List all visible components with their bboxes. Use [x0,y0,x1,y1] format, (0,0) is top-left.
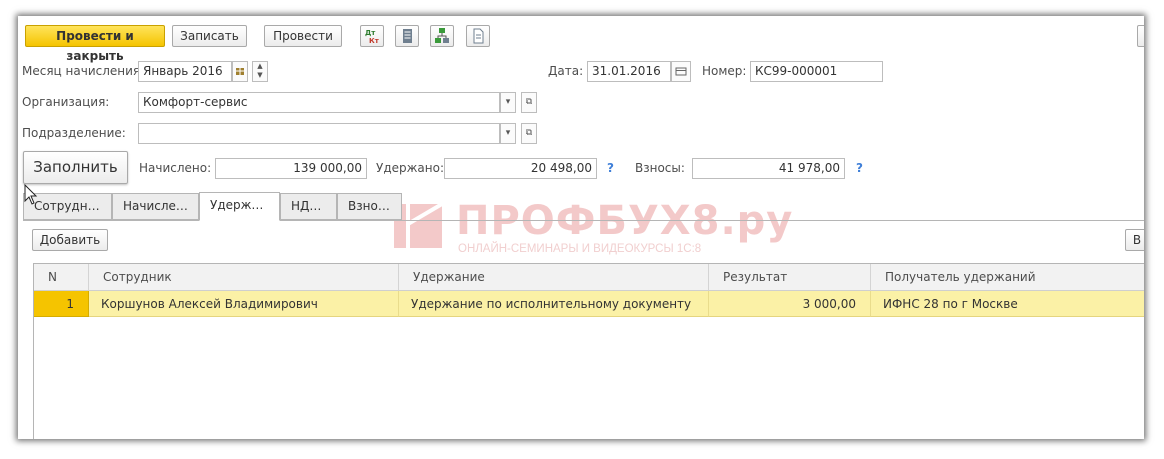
add-button[interactable]: Добавить [32,229,108,251]
svg-text:Кт: Кт [369,37,380,45]
fill-button[interactable]: Заполнить [23,151,128,184]
table-row-result[interactable]: 3 000,00 [709,291,871,317]
save-button[interactable]: Записать [172,25,247,47]
tab-panel-border [23,220,1144,221]
month-label: Месяц начисления: [22,64,145,78]
calendar-button[interactable] [232,61,248,82]
contrib-value: 41 978,00 [692,158,845,179]
print-button[interactable] [466,25,490,47]
date-input[interactable]: 31.01.2016 [587,61,671,82]
dept-input[interactable] [138,123,500,144]
calendar-icon [675,67,687,76]
contrib-help-icon[interactable]: ? [856,161,863,175]
post-button[interactable]: Провести [264,25,342,47]
date-label: Дата: [548,64,584,78]
dept-dropdown-button[interactable]: ▾ [500,123,516,144]
chevron-down-icon: ▾ [505,97,511,107]
org-dropdown-button[interactable]: ▾ [500,92,516,113]
structure-button[interactable] [430,25,454,47]
table-row-deduction[interactable]: Удержание по исполнительному документу [399,291,709,317]
watermark: ПРОФБУХ8.ру ОНЛАЙН-СЕМИНАРЫ И ВИДЕОКУРСЫ… [388,198,792,258]
tab-deductions[interactable]: Удержан... [199,192,280,221]
column-header-recipient[interactable]: Получатель удержаний [871,264,1144,291]
org-input[interactable]: Комфорт-сервис [138,92,500,113]
table-row-n[interactable]: 1 [34,291,89,317]
svg-text:Дт: Дт [365,29,376,37]
contrib-label: Взносы: [635,161,685,175]
document-form: Провести и закрыть Записать Провести Дт … [18,16,1144,439]
calendar-icon [236,68,244,75]
month-spinner[interactable]: ▲ ▼ [252,61,268,82]
month-input[interactable]: Январь 2016 [138,61,232,82]
tab-accruals[interactable]: Начислен... [112,193,199,220]
report-button[interactable] [395,25,419,47]
watermark-subtitle: ОНЛАЙН-СЕМИНАРЫ И ВИДЕОКУРСЫ 1С:8 [458,243,702,255]
more-button[interactable] [1137,25,1144,47]
chevron-down-icon: ▾ [505,128,511,138]
withheld-label: Удержано: [376,161,445,175]
dt-kt-button[interactable]: Дт Кт [360,25,384,47]
dept-open-button[interactable]: ⧉ [521,123,537,144]
watermark-title: ПРОФБУХ8.ру [456,198,794,244]
deductions-table: N Сотрудник Удержание Результат Получате… [33,263,1144,439]
accrued-label: Начислено: [139,161,212,175]
column-header-deduction[interactable]: Удержание [399,264,709,291]
number-input[interactable]: КС99-000001 [750,61,883,82]
tab-ndfl[interactable]: НДФЛ [280,193,337,220]
hierarchy-icon [435,28,449,43]
grid-more-button[interactable]: В [1125,229,1144,251]
withheld-help-icon[interactable]: ? [607,161,614,175]
post-and-close-button[interactable]: Провести и закрыть [25,25,165,63]
tab-contributions[interactable]: Взносы [337,193,402,220]
org-label: Организация: [22,95,110,109]
column-header-n[interactable]: N [34,264,89,291]
dt-kt-icon: Дт Кт [365,29,380,45]
open-link-icon: ⧉ [525,128,533,138]
report-icon [403,29,412,43]
open-link-icon: ⧉ [525,97,533,107]
accrued-value: 139 000,00 [215,158,367,179]
withheld-value: 20 498,00 [444,158,597,179]
date-picker-button[interactable] [671,61,691,82]
org-open-button[interactable]: ⧉ [521,92,537,113]
column-header-employee[interactable]: Сотрудник [89,264,399,291]
column-header-result[interactable]: Результат [709,264,871,291]
dept-label: Подразделение: [22,126,126,140]
number-label: Номер: [702,64,747,78]
table-row-recipient[interactable]: ИФНС 28 по г Москве [871,291,1144,317]
table-row-employee[interactable]: Коршунов Алексей Владимирович [89,291,399,317]
document-icon [473,28,484,44]
mouse-cursor-icon [24,184,38,205]
